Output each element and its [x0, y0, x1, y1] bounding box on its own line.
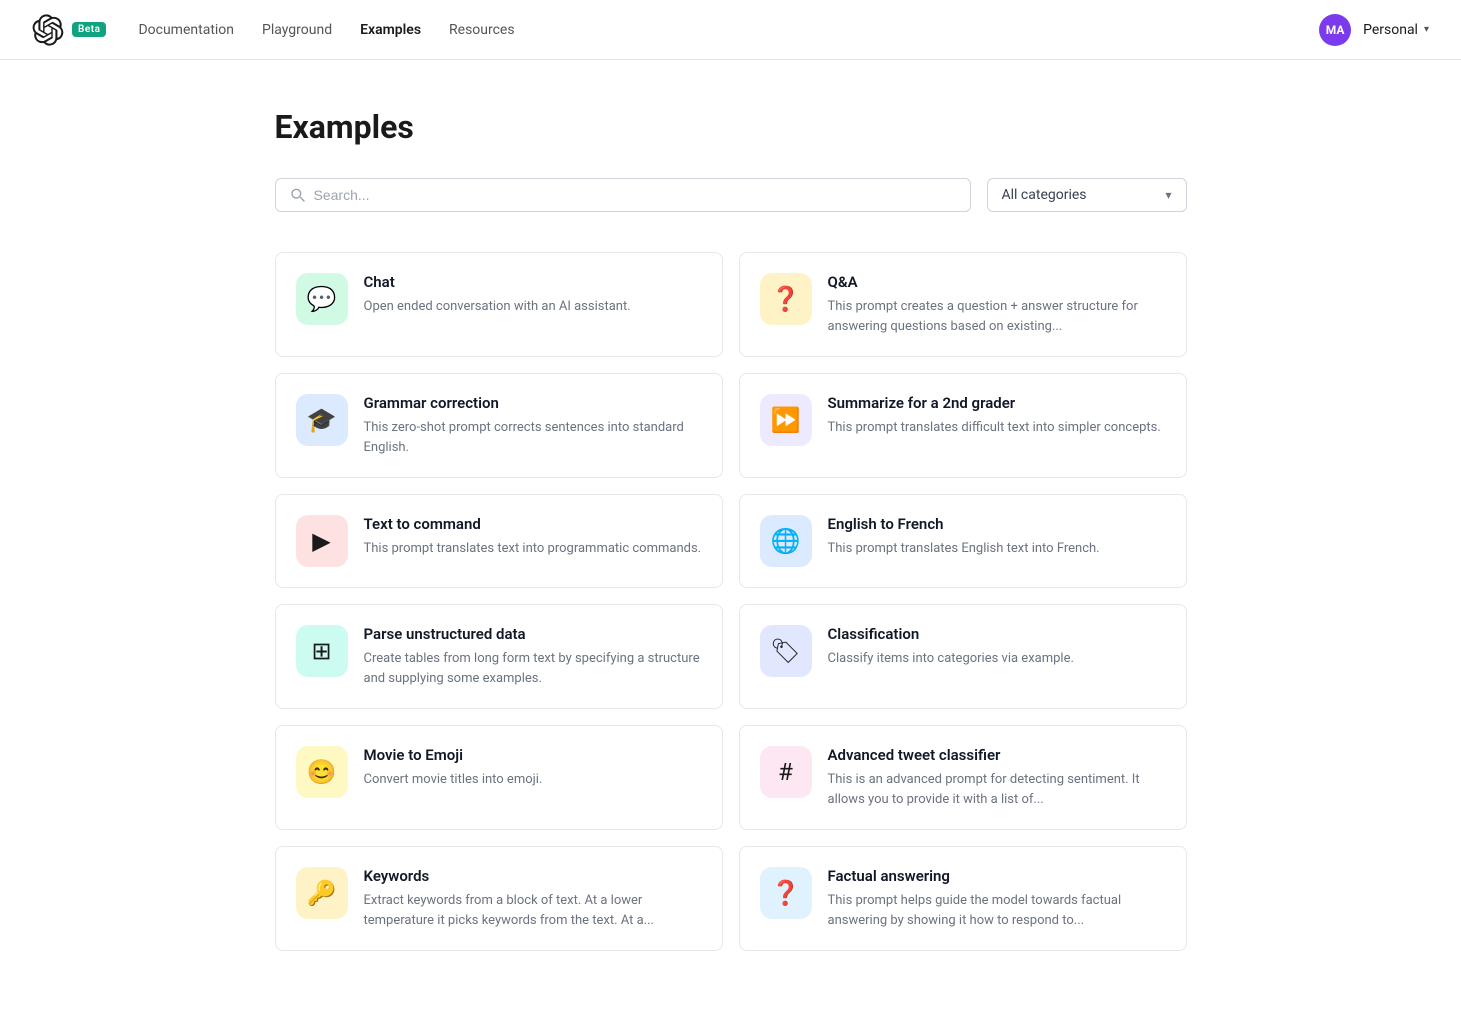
example-desc-classification: Classify items into categories via examp… [828, 649, 1166, 669]
example-icon-summarize: ⏩ [760, 394, 812, 446]
example-body-text-command: Text to command This prompt translates te… [364, 515, 702, 559]
example-body-summarize: Summarize for a 2nd grader This prompt tr… [828, 394, 1166, 438]
example-title-parse: Parse unstructured data [364, 625, 702, 643]
openai-logo-icon [32, 14, 64, 46]
nav-links: Documentation Playground Examples Resour… [138, 22, 514, 38]
example-card-tweet-classifier[interactable]: # Advanced tweet classifier This is an adv… [739, 725, 1187, 830]
example-icon-chat: 💬 [296, 273, 348, 325]
example-card-classification[interactable]: 🏷 Classification Classify items into categ… [739, 604, 1187, 709]
search-wrapper [275, 178, 971, 212]
example-title-factual: Factual answering [828, 867, 1166, 885]
example-desc-parse: Create tables from long form text by spe… [364, 649, 702, 688]
example-icon-parse: ⊞ [296, 625, 348, 677]
example-title-qa: Q&A [828, 273, 1166, 291]
category-label: All categories [1002, 187, 1087, 203]
example-card-qa[interactable]: ❓ Q&A This prompt creates a question + ans… [739, 252, 1187, 357]
example-desc-summarize: This prompt translates difficult text in… [828, 418, 1166, 438]
example-desc-text-command: This prompt translates text into program… [364, 539, 702, 559]
navbar: Beta Documentation Playground Examples R… [0, 0, 1461, 60]
nav-left: Beta Documentation Playground Examples R… [32, 14, 515, 46]
example-card-chat[interactable]: 💬 Chat Open ended conversation with an AI … [275, 252, 723, 357]
example-title-movie-emoji: Movie to Emoji [364, 746, 702, 764]
beta-badge: Beta [72, 22, 106, 37]
example-icon-classification: 🏷 [760, 625, 812, 677]
nav-link-examples[interactable]: Examples [360, 22, 421, 38]
search-filter-row: All categories ▾ [275, 178, 1187, 212]
category-chevron-icon: ▾ [1165, 188, 1171, 202]
search-input[interactable] [314, 187, 956, 203]
example-title-summarize: Summarize for a 2nd grader [828, 394, 1166, 412]
example-title-keywords: Keywords [364, 867, 702, 885]
account-menu[interactable]: Personal ▾ [1363, 22, 1429, 38]
main-content: Examples All categories ▾ 💬 Chat Open ende… [251, 60, 1211, 1031]
example-card-keywords[interactable]: 🔑 KeywordsExtract keywords from a block o… [275, 846, 723, 951]
search-icon [290, 187, 306, 203]
example-card-movie-emoji[interactable]: 😊 Movie to Emoji Convert movie titles into… [275, 725, 723, 830]
example-card-english-french[interactable]: 🌐 English to French This prompt translates… [739, 494, 1187, 588]
example-card-grammar[interactable]: 🎓 Grammar correction This zero-shot prompt… [275, 373, 723, 478]
example-body-classification: Classification Classify items into catego… [828, 625, 1166, 669]
example-desc-chat: Open ended conversation with an AI assis… [364, 297, 702, 317]
page-title: Examples [275, 108, 1187, 146]
example-desc-english-french: This prompt translates English text into… [828, 539, 1166, 559]
nav-logo: Beta [32, 14, 106, 46]
example-icon-factual: ❓ [760, 867, 812, 919]
nav-link-playground[interactable]: Playground [262, 22, 332, 38]
example-card-text-command[interactable]: ▶ Text to command This prompt translates t… [275, 494, 723, 588]
example-icon-grammar: 🎓 [296, 394, 348, 446]
example-body-keywords: KeywordsExtract keywords from a block of… [364, 867, 702, 930]
example-title-english-french: English to French [828, 515, 1166, 533]
example-card-factual[interactable]: ❓ Factual answeringThis prompt helps guid… [739, 846, 1187, 951]
category-select[interactable]: All categories ▾ [987, 178, 1187, 212]
example-body-tweet-classifier: Advanced tweet classifier This is an adva… [828, 746, 1166, 809]
example-icon-movie-emoji: 😊 [296, 746, 348, 798]
example-icon-keywords: 🔑 [296, 867, 348, 919]
example-body-parse: Parse unstructured data Create tables fro… [364, 625, 702, 688]
example-title-chat: Chat [364, 273, 702, 291]
example-title-grammar: Grammar correction [364, 394, 702, 412]
example-body-chat: Chat Open ended conversation with an AI a… [364, 273, 702, 317]
example-desc-grammar: This zero-shot prompt corrects sentences… [364, 418, 702, 457]
example-body-english-french: English to French This prompt translates … [828, 515, 1166, 559]
example-title-classification: Classification [828, 625, 1166, 643]
example-icon-tweet-classifier: # [760, 746, 812, 798]
example-card-parse[interactable]: ⊞ Parse unstructured data Create tables fr… [275, 604, 723, 709]
example-icon-qa: ❓ [760, 273, 812, 325]
example-title-tweet-classifier: Advanced tweet classifier [828, 746, 1166, 764]
example-desc-movie-emoji: Convert movie titles into emoji. [364, 770, 702, 790]
account-label: Personal [1363, 22, 1418, 38]
example-card-summarize[interactable]: ⏩ Summarize for a 2nd grader This prompt t… [739, 373, 1187, 478]
example-title-text-command: Text to command [364, 515, 702, 533]
nav-link-documentation[interactable]: Documentation [138, 22, 234, 38]
example-icon-text-command: ▶ [296, 515, 348, 567]
avatar: MA [1319, 14, 1351, 46]
nav-right: MA Personal ▾ [1319, 14, 1429, 46]
example-desc-qa: This prompt creates a question + answer … [828, 297, 1166, 336]
example-body-movie-emoji: Movie to Emoji Convert movie titles into … [364, 746, 702, 790]
example-body-grammar: Grammar correction This zero-shot prompt … [364, 394, 702, 457]
examples-grid: 💬 Chat Open ended conversation with an AI … [275, 252, 1187, 951]
example-body-factual: Factual answeringThis prompt helps guide… [828, 867, 1166, 930]
example-desc-tweet-classifier: This is an advanced prompt for detecting… [828, 770, 1166, 809]
nav-link-resources[interactable]: Resources [449, 22, 515, 38]
chevron-down-icon: ▾ [1424, 24, 1429, 35]
example-icon-english-french: 🌐 [760, 515, 812, 567]
example-body-qa: Q&A This prompt creates a question + answ… [828, 273, 1166, 336]
